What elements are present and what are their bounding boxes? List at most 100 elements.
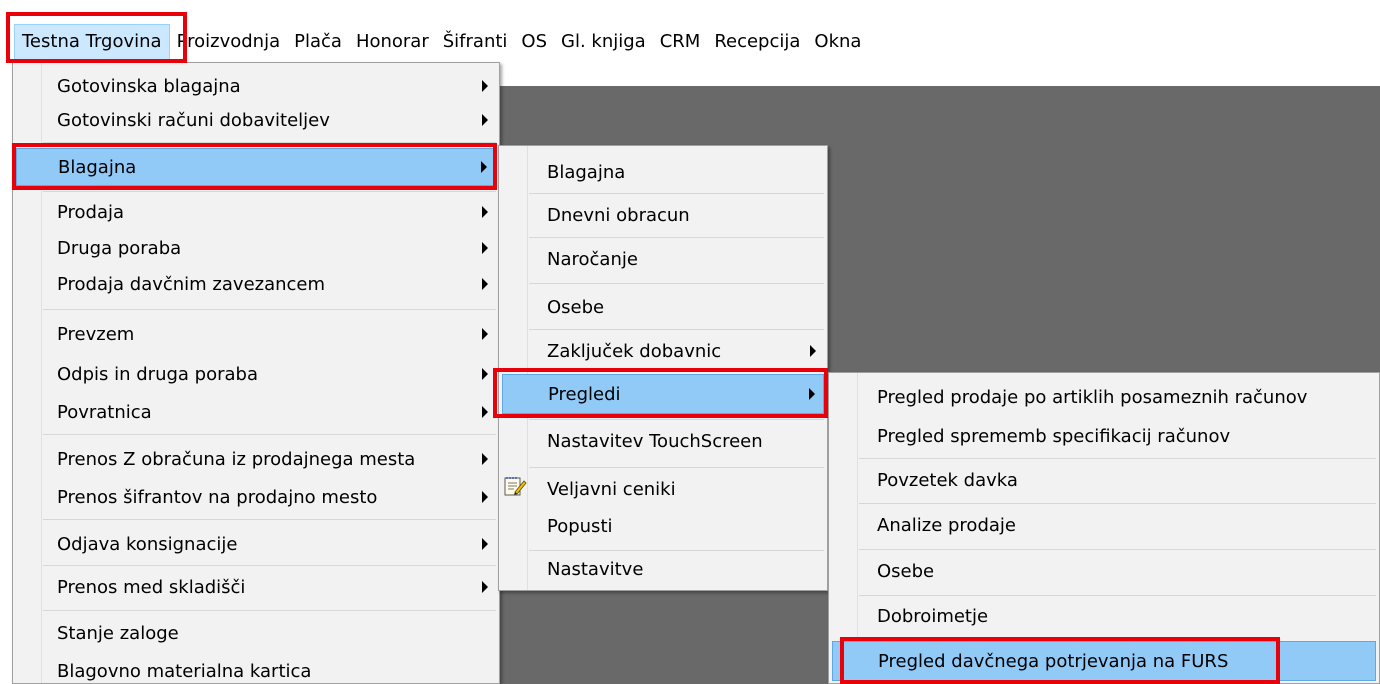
submenu-arrow-icon — [482, 80, 488, 92]
blagajna-submenu: Blagajna Dnevni obracun Naročanje Osebe … — [498, 145, 828, 591]
menu-item-label: Prodaja davčnim zavezancem — [57, 273, 326, 295]
submenu-item-pregled-sprememb[interactable]: Pregled sprememb specifikacij računov — [832, 416, 1376, 456]
menu-crm[interactable]: CRM — [653, 24, 708, 60]
menu-item-prevzem[interactable]: Prevzem — [16, 316, 496, 352]
menu-item-label: Prenos med skladišči — [57, 576, 246, 598]
submenu-item-veljavni-ceniki[interactable]: Veljavni ceniki — [502, 469, 824, 509]
submenu-item-analize-prodaje[interactable]: Analize prodaje — [832, 505, 1376, 545]
submenu-item-nastavitve[interactable]: Nastavitve — [502, 549, 824, 589]
pregledi-submenu: Pregled prodaje po artiklih posameznih r… — [828, 372, 1380, 684]
submenu-arrow-icon — [482, 491, 488, 503]
menu-separator — [859, 503, 1376, 504]
menu-item-label: Prenos šifrantov na prodajno mesto — [57, 486, 378, 508]
menu-item-gotovinska-blagajna[interactable]: Gotovinska blagajna — [16, 69, 496, 103]
menu-item-label: Blagajna — [547, 161, 626, 183]
menu-item-label: Dnevni obracun — [547, 204, 690, 226]
submenu-arrow-icon — [482, 328, 488, 340]
menu-separator — [859, 458, 1376, 459]
menu-item-odjava-konsignacije[interactable]: Odjava konsignacije — [16, 526, 496, 562]
submenu-item-blagajna[interactable]: Blagajna — [502, 152, 824, 192]
submenu-arrow-icon — [482, 581, 488, 593]
menu-separator — [529, 237, 824, 238]
submenu-item-narocanje[interactable]: Naročanje — [502, 239, 824, 279]
menu-item-label: Povzetek davka — [877, 469, 1018, 491]
submenu-item-dnevni-obracun[interactable]: Dnevni obracun — [502, 195, 824, 235]
menu-item-label: Stanje zaloge — [57, 622, 179, 644]
menu-item-label: Druga poraba — [57, 237, 182, 259]
menu-separator — [529, 329, 824, 330]
menu-placa[interactable]: Plača — [287, 24, 349, 60]
submenu-item-nastavitev-touchscreen[interactable]: Nastavitev TouchScreen — [502, 421, 824, 461]
menu-separator — [529, 193, 824, 194]
menu-separator — [43, 610, 496, 611]
submenu-item-pregled-prodaje[interactable]: Pregled prodaje po artiklih posameznih r… — [832, 377, 1376, 417]
menu-item-label: Gotovinska blagajna — [57, 75, 241, 97]
menu-item-label: Nastavitev TouchScreen — [547, 430, 763, 452]
menu-item-label: Povratnica — [57, 401, 152, 423]
menu-label: Proizvodnja — [176, 31, 281, 52]
menu-honorar[interactable]: Honorar — [349, 24, 436, 60]
menu-item-label: Osebe — [547, 296, 605, 318]
submenu-item-pregledi[interactable]: Pregledi — [502, 374, 824, 414]
menu-proizvodnja[interactable]: Proizvodnja — [170, 24, 288, 60]
menu-item-prenos-sifrantov[interactable]: Prenos šifrantov na prodajno mesto — [16, 479, 496, 515]
menu-sifranti[interactable]: Šifranti — [436, 24, 515, 60]
menu-item-label: Pregled sprememb specifikacij računov — [877, 425, 1231, 447]
submenu-arrow-icon — [482, 453, 488, 465]
submenu-arrow-icon — [482, 406, 488, 418]
menu-item-prodaja-davcnim[interactable]: Prodaja davčnim zavezancem — [16, 266, 496, 302]
submenu-item-dobroimetje[interactable]: Dobroimetje — [832, 596, 1376, 636]
submenu-item-popusti[interactable]: Popusti — [502, 506, 824, 546]
menu-item-label: Blagovno materialna kartica — [57, 660, 312, 682]
menu-label: Gl. knjiga — [561, 31, 646, 52]
submenu-arrow-icon — [482, 538, 488, 550]
menu-recepcija[interactable]: Recepcija — [707, 24, 807, 60]
menu-item-prenos-z-obracuna[interactable]: Prenos Z obračuna iz prodajnega mesta — [16, 441, 496, 477]
menu-separator — [859, 549, 1376, 550]
submenu-item-povzetek-davka[interactable]: Povzetek davka — [832, 460, 1376, 500]
menu-label: Recepcija — [714, 31, 801, 52]
menu-item-blagovno-materialna-kartica[interactable]: Blagovno materialna kartica — [16, 653, 496, 684]
menu-item-odpis[interactable]: Odpis in druga poraba — [16, 356, 496, 392]
menu-separator — [43, 191, 496, 192]
menu-item-label: Prenos Z obračuna iz prodajnega mesta — [57, 448, 416, 470]
menu-item-label: Gotovinski računi dobaviteljev — [57, 109, 330, 131]
menu-separator — [529, 283, 824, 284]
notepad-edit-icon — [504, 477, 527, 496]
menu-item-label: Zaključek dobavnic — [547, 340, 722, 362]
menu-separator — [43, 142, 496, 143]
submenu-arrow-icon — [809, 388, 815, 400]
menu-label: OS — [521, 31, 548, 52]
submenu-item-zakljucek-dobavnic[interactable]: Zaključek dobavnic — [502, 331, 824, 371]
menu-item-gotovinski-racuni[interactable]: Gotovinski računi dobaviteljev — [16, 103, 496, 137]
submenu-item-osebe[interactable]: Osebe — [832, 551, 1376, 591]
submenu-arrow-icon — [482, 278, 488, 290]
menu-testna-trgovina[interactable]: Testna Trgovina — [14, 24, 170, 60]
menu-separator — [529, 419, 824, 420]
menu-item-prenos-med-skladisci[interactable]: Prenos med skladišči — [16, 569, 496, 605]
menu-label: Šifranti — [442, 31, 508, 52]
menu-item-label: Naročanje — [547, 248, 638, 270]
menu-separator — [43, 309, 496, 310]
menu-gl-knjiga[interactable]: Gl. knjiga — [554, 24, 653, 60]
submenu-arrow-icon — [482, 242, 488, 254]
menu-item-label: Analize prodaje — [877, 514, 1016, 536]
menu-item-povratnica[interactable]: Povratnica — [16, 394, 496, 430]
submenu-arrow-icon — [810, 345, 816, 357]
menu-separator — [43, 434, 496, 435]
menu-item-stanje-zaloge[interactable]: Stanje zaloge — [16, 615, 496, 651]
menu-label: Okna — [814, 31, 862, 52]
submenu-item-osebe[interactable]: Osebe — [502, 287, 824, 327]
menu-okna[interactable]: Okna — [807, 24, 868, 60]
menu-label: Honorar — [355, 31, 429, 52]
left-edge — [0, 62, 12, 684]
submenu-item-pregled-davcnega-potrjevanja[interactable]: Pregled davčnega potrjevanja na FURS — [832, 641, 1376, 681]
menu-item-blagajna[interactable]: Blagajna — [16, 148, 496, 186]
menu-item-label: Pregled prodaje po artiklih posameznih r… — [877, 386, 1308, 408]
menu-label: CRM — [659, 31, 701, 52]
menu-item-label: Veljavni ceniki — [547, 478, 676, 500]
menu-item-druga-poraba[interactable]: Druga poraba — [16, 230, 496, 266]
menu-os[interactable]: OS — [514, 24, 554, 60]
menu-item-prodaja[interactable]: Prodaja — [16, 194, 496, 230]
menu-separator — [43, 565, 496, 566]
